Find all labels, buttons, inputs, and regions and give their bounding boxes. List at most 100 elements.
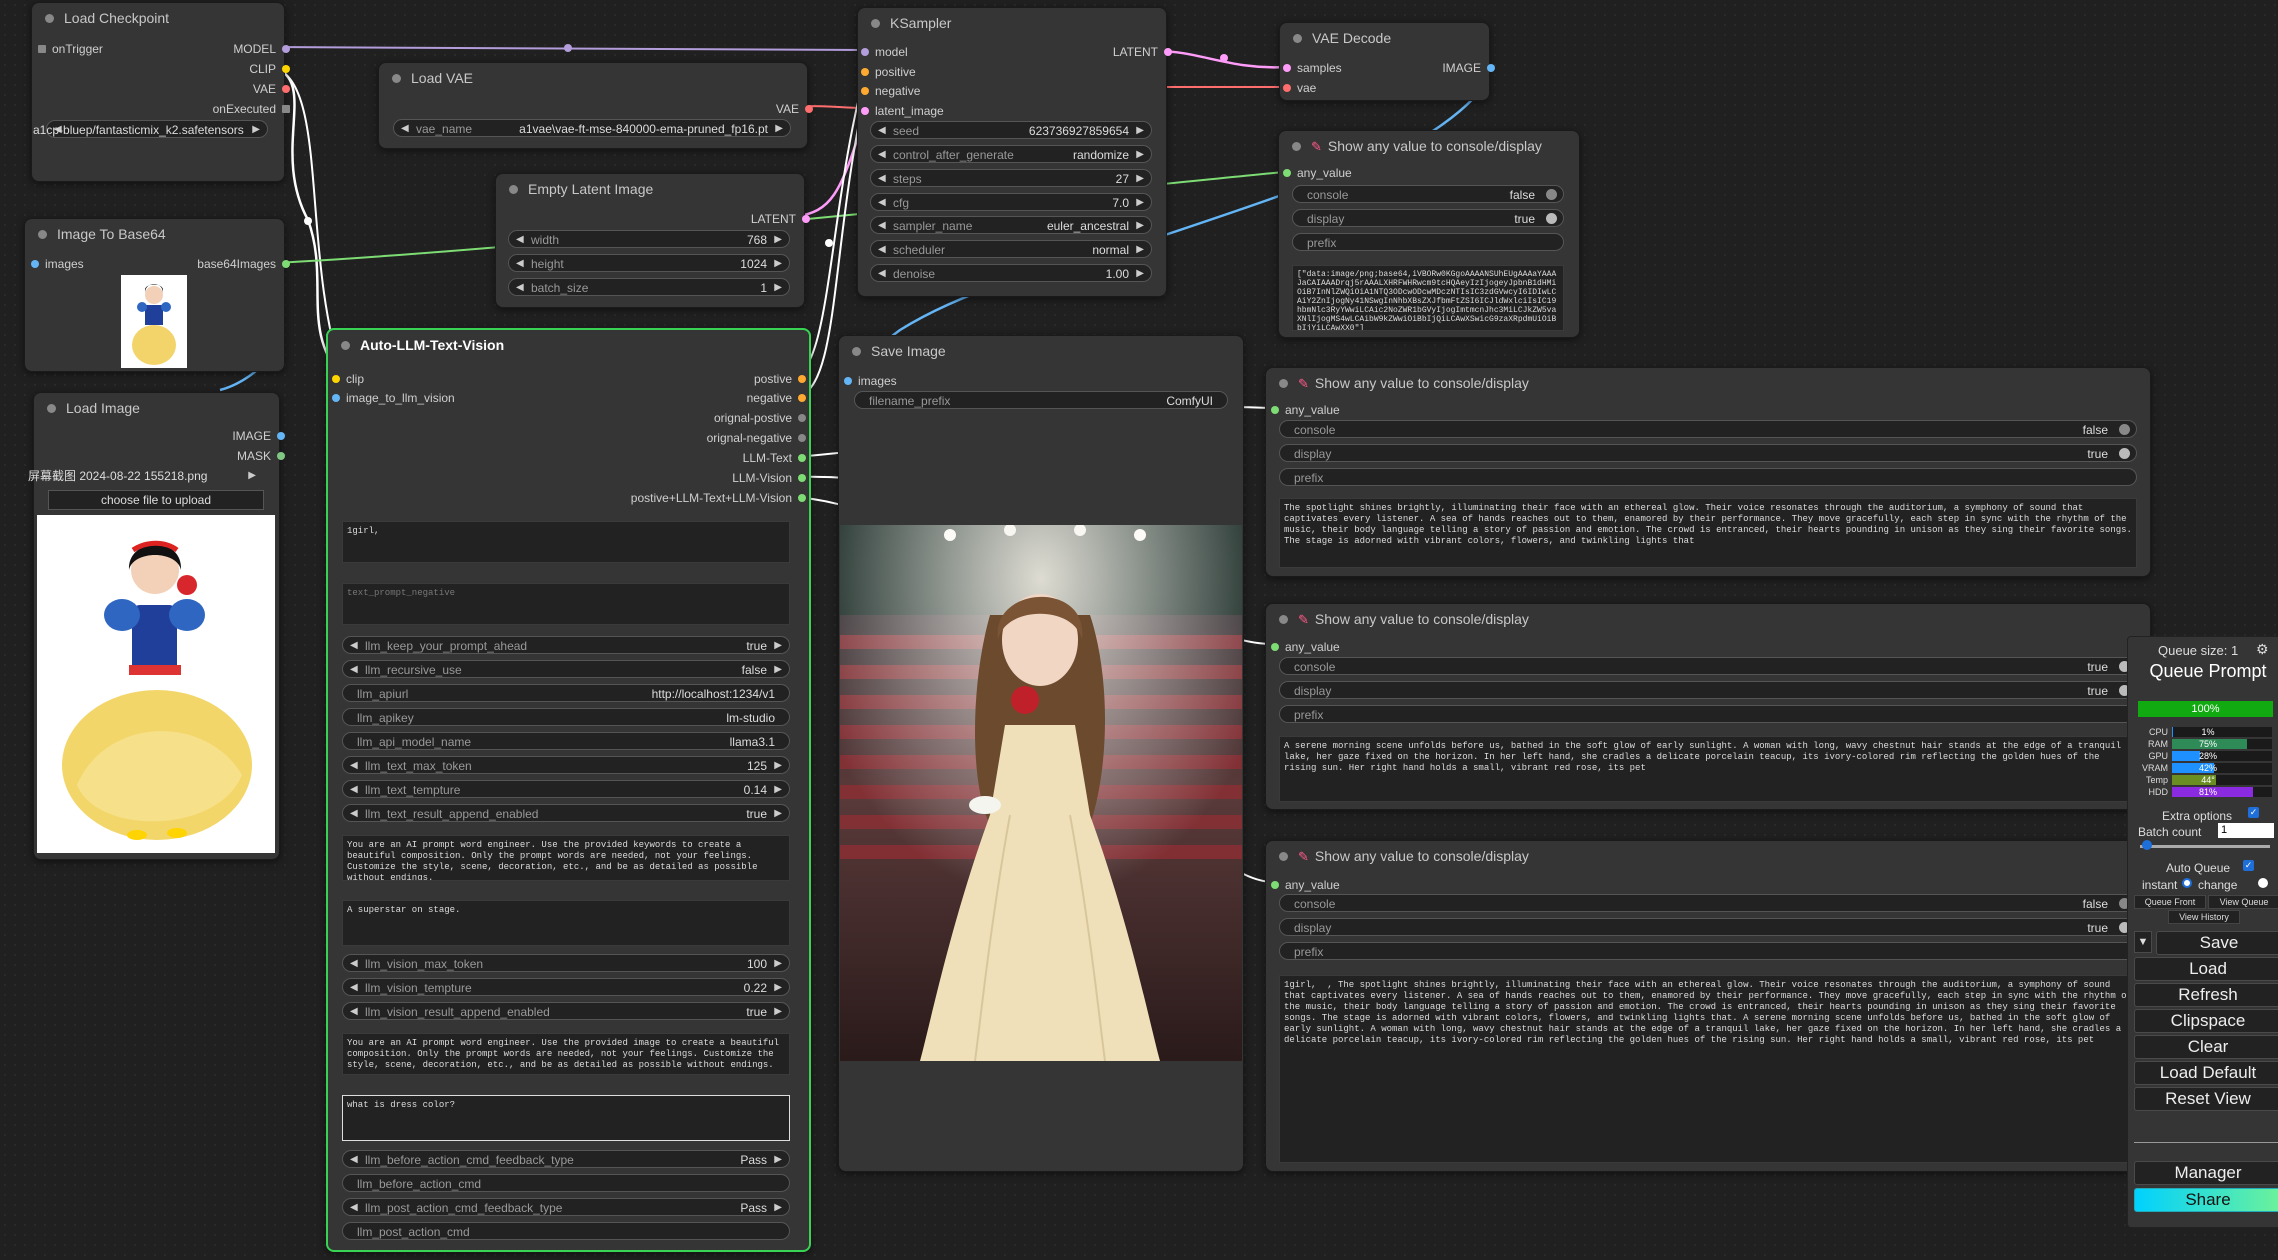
- latent-output[interactable]: LATENT: [1113, 44, 1172, 60]
- llm-text-system-prompt-textarea[interactable]: You are an AI prompt word engineer. Use …: [342, 835, 790, 881]
- height-widget[interactable]: ◀ height 1024 ▶: [508, 254, 790, 272]
- reset-view-button[interactable]: Reset View: [2134, 1087, 2278, 1111]
- load-vae-node[interactable]: Load VAE VAE ◀ vae_name a1vae\vae-ft-mse-8…: [378, 62, 813, 149]
- llm-text-output[interactable]: LLM-Text: [743, 450, 806, 466]
- any-value-input[interactable]: any_value: [1283, 165, 1352, 181]
- show-any-value-node-1[interactable]: ✎ Show any value to console/display any_v…: [1278, 130, 1580, 338]
- node-title[interactable]: VAE Decode: [1280, 23, 1489, 53]
- image-output[interactable]: IMAGE: [1442, 60, 1495, 76]
- batch-count-slider[interactable]: [2140, 845, 2270, 848]
- gear-icon[interactable]: ⚙: [2256, 641, 2269, 658]
- llm-before-action-cmd-widget[interactable]: llm_before_action_cmd: [342, 1174, 790, 1192]
- model-output[interactable]: MODEL: [233, 41, 290, 57]
- node-title[interactable]: Load Checkpoint: [32, 3, 284, 33]
- latent-image-input[interactable]: latent_image: [861, 103, 944, 119]
- ksampler-node[interactable]: KSampler model positive negative latent_…: [857, 7, 1172, 297]
- llm-keep-your-prompt-ahead-widget[interactable]: ◀ llm_keep_your_prompt_ahead true ▶: [342, 636, 790, 654]
- llm-text-result-append-enabled-widget[interactable]: ◀ llm_text_result_append_enabled true ▶: [342, 804, 790, 822]
- image-to-base64-node[interactable]: Image To Base64 images base64Images: [24, 218, 290, 372]
- console-toggle[interactable]: console false: [1292, 185, 1564, 203]
- share-button[interactable]: Share: [2134, 1188, 2278, 1212]
- onexecuted-output[interactable]: onExecuted: [213, 101, 290, 117]
- node-title[interactable]: Auto-LLM-Text-Vision: [328, 330, 809, 360]
- output-textarea[interactable]: A serene morning scene unfolds before us…: [1279, 736, 2137, 802]
- samples-input[interactable]: samples: [1283, 60, 1342, 76]
- display-toggle[interactable]: display true: [1279, 918, 2137, 936]
- batch-count-input[interactable]: 1: [2218, 823, 2274, 838]
- vae-output[interactable]: VAE: [776, 101, 813, 117]
- mask-output[interactable]: MASK: [237, 448, 285, 464]
- llm-text-user-prompt-textarea[interactable]: A superstar on stage.: [342, 900, 790, 946]
- display-toggle[interactable]: display true: [1279, 681, 2137, 699]
- view-history-button[interactable]: View History: [2168, 910, 2240, 924]
- vae-decode-node[interactable]: VAE Decode samples vae IMAGE: [1279, 22, 1495, 101]
- ckpt-name-widget[interactable]: ◀ a1cp-bluep/fantasticmix_k2.safetensors ▶: [33, 120, 268, 138]
- negative-prompt-textarea[interactable]: text_prompt_negative: [342, 583, 790, 625]
- queue-prompt-button[interactable]: Queue Prompt: [2136, 661, 2278, 682]
- save-dropdown-arrow-icon[interactable]: ▼: [2134, 931, 2152, 953]
- empty-latent-image-node[interactable]: Empty Latent Image LATENT ◀ width 768 ▶ ◀ he…: [495, 173, 810, 308]
- filename-prefix-widget[interactable]: filename_prefix ComfyUI: [854, 391, 1228, 409]
- llm-vision-system-prompt-textarea[interactable]: You are an AI prompt word engineer. Use …: [342, 1033, 790, 1075]
- cfg-widget[interactable]: ◀ cfg 7.0 ▶: [870, 193, 1152, 211]
- combined-output[interactable]: postive+LLM-Text+LLM-Vision: [631, 490, 806, 506]
- latent-output[interactable]: LATENT: [751, 211, 810, 227]
- extra-options-checkbox[interactable]: ✓: [2248, 807, 2259, 818]
- prompt-textarea[interactable]: 1girl,: [342, 521, 790, 563]
- refresh-button[interactable]: Refresh: [2134, 983, 2278, 1007]
- node-title[interactable]: ✎ Show any value to console/display: [1266, 604, 2150, 634]
- llm-post-action-cmd-feedback-type-widget[interactable]: ◀ llm_post_action_cmd_feedback_type Pass ▶: [342, 1198, 790, 1216]
- output-textarea[interactable]: ["data:image/png;base64,iVBORw0KGgoAAAAN…: [1292, 265, 1564, 331]
- denoise-widget[interactable]: ◀ denoise 1.00 ▶: [870, 264, 1152, 282]
- negative-input[interactable]: negative: [861, 83, 920, 99]
- prefix-field[interactable]: prefix: [1279, 705, 2137, 723]
- clear-button[interactable]: Clear: [2134, 1035, 2278, 1059]
- vae-name-widget[interactable]: ◀ vae_name a1vae\vae-ft-mse-840000-ema-pru…: [393, 119, 791, 137]
- node-title[interactable]: ✎ Show any value to console/display: [1266, 368, 2150, 398]
- batch-size-widget[interactable]: ◀ batch_size 1 ▶: [508, 278, 790, 296]
- show-any-value-node-3[interactable]: ✎ Show any value to console/display any_v…: [1265, 603, 2151, 810]
- llm-apikey-widget[interactable]: llm_apikey lm-studio: [342, 708, 790, 726]
- llm-recursive-use-widget[interactable]: ◀ llm_recursive_use false ▶: [342, 660, 790, 678]
- image-filename-widget[interactable]: 屏幕截图 2024-08-22 155218.png ▶: [28, 467, 263, 485]
- vae-output[interactable]: VAE: [253, 81, 290, 97]
- sampler-name-widget[interactable]: ◀ sampler_name euler_ancestral ▶: [870, 216, 1152, 234]
- image-to-llm-vision-input[interactable]: image_to_llm_vision: [332, 390, 455, 406]
- clip-input[interactable]: clip: [332, 371, 364, 387]
- prefix-field[interactable]: prefix: [1279, 468, 2137, 486]
- node-title[interactable]: Empty Latent Image: [496, 174, 804, 204]
- display-toggle[interactable]: display true: [1279, 444, 2137, 462]
- auto-queue-checkbox[interactable]: ✓: [2243, 860, 2254, 871]
- view-queue-button[interactable]: View Queue: [2208, 895, 2278, 909]
- save-image-node[interactable]: Save Image images filename_prefix ComfyUI: [838, 335, 1244, 1172]
- negative-output[interactable]: negative: [747, 390, 806, 406]
- llm-vision-user-prompt-textarea[interactable]: what is dress color?: [342, 1095, 790, 1141]
- clipspace-button[interactable]: Clipspace: [2134, 1009, 2278, 1033]
- slider-handle[interactable]: [2142, 840, 2152, 850]
- llm-post-action-cmd-widget[interactable]: llm_post_action_cmd: [342, 1222, 790, 1240]
- postive-output[interactable]: postive: [754, 371, 806, 387]
- llm-vision-output[interactable]: LLM-Vision: [732, 470, 806, 486]
- show-any-value-node-4[interactable]: ✎ Show any value to console/display any_v…: [1265, 840, 2151, 1172]
- upload-button[interactable]: choose file to upload: [48, 490, 264, 510]
- node-title[interactable]: ✎ Show any value to console/display: [1266, 841, 2150, 871]
- seed-widget[interactable]: ◀ seed 623736927859654 ▶: [870, 121, 1152, 139]
- ontrigger-input[interactable]: onTrigger: [38, 41, 103, 57]
- image-output[interactable]: IMAGE: [232, 428, 285, 444]
- llm-text-tempture-widget[interactable]: ◀ llm_text_tempture 0.14 ▶: [342, 780, 790, 798]
- llm-api-model-name-widget[interactable]: llm_api_model_name llama3.1: [342, 732, 790, 750]
- output-textarea[interactable]: 1girl, , The spotlight shines brightly, …: [1279, 975, 2137, 1163]
- clip-output[interactable]: CLIP: [249, 61, 290, 77]
- instant-radio[interactable]: [2182, 878, 2192, 888]
- save-button[interactable]: Save: [2156, 931, 2278, 955]
- prefix-field[interactable]: prefix: [1292, 233, 1564, 251]
- any-value-input[interactable]: any_value: [1271, 877, 1340, 893]
- auto-llm-text-vision-node[interactable]: Auto-LLM-Text-Vision clip image_to_llm_v…: [326, 328, 811, 1252]
- show-any-value-node-2[interactable]: ✎ Show any value to console/display any_v…: [1265, 367, 2151, 577]
- scheduler-widget[interactable]: ◀ scheduler normal ▶: [870, 240, 1152, 258]
- llm-vision-tempture-widget[interactable]: ◀ llm_vision_tempture 0.22 ▶: [342, 978, 790, 996]
- images-input[interactable]: images: [844, 373, 897, 389]
- load-default-button[interactable]: Load Default: [2134, 1061, 2278, 1085]
- node-title[interactable]: Load Image: [34, 393, 279, 423]
- node-title[interactable]: Image To Base64: [25, 219, 284, 249]
